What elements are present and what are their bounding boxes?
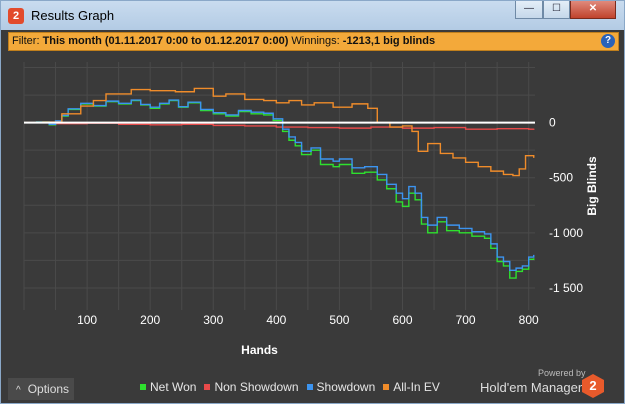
legend-swatch (383, 384, 390, 390)
chevron-up-icon: ^ (16, 385, 21, 396)
x-tick-label: 800 (519, 313, 539, 327)
x-tick-label: 600 (393, 313, 413, 327)
plot-area (24, 62, 535, 310)
legend-item: Showdown (306, 380, 376, 394)
legend-swatch (204, 384, 211, 390)
minimize-button[interactable]: — (515, 1, 543, 19)
chart-legend: Net Won Non Showdown Showdown All-In EV (140, 380, 448, 394)
legend-item: Net Won (140, 380, 196, 394)
close-button[interactable]: ✕ (570, 1, 616, 19)
window-title: Results Graph (31, 8, 115, 23)
legend-label: Net Won (150, 380, 197, 394)
legend-item: Non Showdown (204, 380, 299, 394)
winnings-value: -1213,1 big blinds (342, 35, 436, 47)
title-bar[interactable]: 2 Results Graph — ☐ ✕ (1, 1, 624, 30)
filter-label: Filter: (12, 35, 40, 47)
winnings-label: Winnings: (291, 35, 340, 47)
x-tick-label: 400 (266, 313, 286, 327)
options-button[interactable]: ^ Options (8, 378, 74, 400)
legend-item: All-In EV (383, 380, 440, 394)
chart-svg: 100 200 300 400 500 600 700 800 0 -500 -1 000 -1 50… (23, 62, 599, 357)
help-icon[interactable]: ? (601, 34, 615, 48)
results-chart: 100 200 300 400 500 600 700 800 0 -500 -1 000 -1 50… (8, 52, 619, 373)
legend-swatch (140, 384, 146, 390)
options-label: Options (27, 382, 70, 396)
y-axis-label: Big Blinds (585, 156, 599, 216)
filter-bar[interactable]: Filter: This month (01.11.2017 0:00 to 0… (8, 32, 619, 51)
x-tick-label: 200 (140, 313, 160, 327)
legend-label: Showdown (316, 380, 376, 394)
y-tick-label: -500 (549, 171, 573, 185)
maximize-button[interactable]: ☐ (543, 1, 570, 19)
brand-name: Hold'em Manager (480, 380, 583, 395)
x-tick-label: 100 (77, 313, 97, 327)
x-tick-label: 700 (456, 313, 476, 327)
y-tick-label: 0 (549, 116, 556, 130)
y-tick-label: -1 500 (549, 281, 583, 295)
y-tick-label: -1 000 (549, 226, 583, 240)
filter-range: This month (01.11.2017 0:00 to 01.12.201… (42, 35, 289, 47)
legend-label: Non Showdown (214, 380, 299, 394)
footer: ^ Options Net Won Non Showdown Showdown All-… (1, 368, 624, 403)
app-icon: 2 (8, 8, 24, 24)
legend-label: All-In EV (393, 380, 440, 394)
powered-by-text: Powered by (538, 368, 586, 378)
results-graph-window: 2 Results Graph — ☐ ✕ Filter: This month… (0, 0, 625, 404)
x-tick-label: 300 (203, 313, 223, 327)
legend-swatch (306, 384, 313, 390)
x-axis-label: Hands (241, 343, 278, 357)
x-tick-label: 500 (329, 313, 349, 327)
